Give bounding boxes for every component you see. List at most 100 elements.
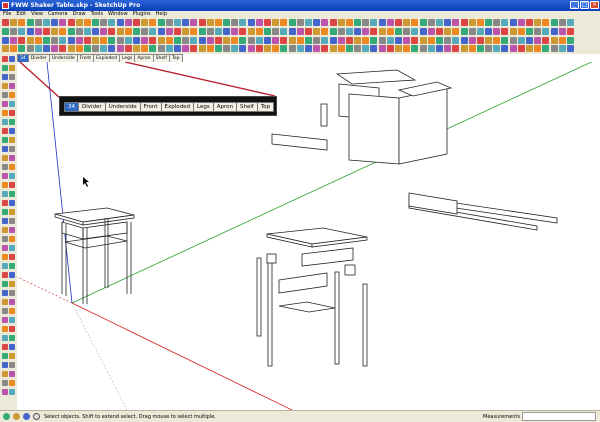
toolbar-tool-icon[interactable] bbox=[26, 45, 34, 52]
palette-tool-icon[interactable] bbox=[9, 362, 15, 368]
toolbar-tool-icon[interactable] bbox=[403, 45, 411, 52]
palette-tool-icon[interactable] bbox=[2, 173, 8, 179]
palette-tool-icon[interactable] bbox=[9, 173, 15, 179]
toolbar-tool-icon[interactable] bbox=[173, 28, 181, 35]
toolbar-tool-icon[interactable] bbox=[108, 45, 116, 52]
menu-window[interactable]: Window bbox=[108, 11, 128, 18]
tab-apron[interactable]: Apron bbox=[134, 54, 154, 62]
palette-tool-icon[interactable] bbox=[2, 110, 8, 116]
toolbar-tool-icon[interactable] bbox=[149, 19, 157, 26]
toolbar-tool-icon[interactable] bbox=[452, 37, 460, 44]
palette-tool-icon[interactable] bbox=[9, 83, 15, 89]
toolbar-tool-icon[interactable] bbox=[124, 45, 132, 52]
toolbar-tool-icon[interactable] bbox=[435, 28, 443, 35]
menu-help[interactable]: Help bbox=[156, 11, 167, 18]
toolbar-tool-icon[interactable] bbox=[444, 19, 452, 26]
toolbar-tool-icon[interactable] bbox=[75, 45, 83, 52]
toolbar-tool-icon[interactable] bbox=[264, 45, 271, 52]
toolbar-tool-icon[interactable] bbox=[517, 45, 525, 52]
toolbar-tool-icon[interactable] bbox=[18, 45, 26, 52]
toolbar-tool-icon[interactable] bbox=[444, 37, 452, 44]
palette-tool-icon[interactable] bbox=[9, 281, 15, 287]
toolbar-tool-icon[interactable] bbox=[34, 28, 42, 35]
palette-tool-icon[interactable] bbox=[9, 317, 15, 323]
toolbar-tool-icon[interactable] bbox=[206, 19, 214, 26]
toolbar-tool-icon[interactable] bbox=[558, 28, 566, 35]
toolbar-tool-icon[interactable] bbox=[272, 37, 280, 44]
toolbar-tool-icon[interactable] bbox=[124, 28, 132, 35]
toolbar-tool-icon[interactable] bbox=[419, 37, 427, 44]
toolbar-tool-icon[interactable] bbox=[509, 19, 517, 26]
menu-edit[interactable]: Edit bbox=[16, 11, 26, 18]
toolbar-tool-icon[interactable] bbox=[288, 19, 296, 26]
toolbar-tool-icon[interactable] bbox=[255, 37, 263, 44]
palette-tool-icon[interactable] bbox=[9, 380, 15, 386]
toolbar-tool-icon[interactable] bbox=[247, 45, 255, 52]
toolbar-tool-icon[interactable] bbox=[83, 19, 91, 26]
toolbar-tool-icon[interactable] bbox=[403, 19, 411, 26]
palette-tool-icon[interactable] bbox=[9, 164, 15, 170]
toolbar-tool-icon[interactable] bbox=[116, 45, 124, 52]
toolbar-tool-icon[interactable] bbox=[255, 45, 263, 52]
palette-tool-icon[interactable] bbox=[2, 227, 8, 233]
palette-tool-icon[interactable] bbox=[2, 200, 8, 206]
toolbar-tool-icon[interactable] bbox=[345, 19, 353, 26]
toolbar-tool-icon[interactable] bbox=[476, 37, 484, 44]
toolbar-tool-icon[interactable] bbox=[378, 45, 386, 52]
toolbar-tool-icon[interactable] bbox=[239, 37, 247, 44]
toolbar-tool-icon[interactable] bbox=[542, 45, 550, 52]
toolbar-tool-icon[interactable] bbox=[133, 45, 140, 52]
toolbar-tool-icon[interactable] bbox=[526, 28, 533, 35]
toolbar-tool-icon[interactable] bbox=[83, 45, 91, 52]
toolbar-tool-icon[interactable] bbox=[59, 37, 67, 44]
toolbar-tool-icon[interactable] bbox=[42, 45, 50, 52]
palette-tool-icon[interactable] bbox=[2, 308, 8, 314]
toolbar-tool-icon[interactable] bbox=[460, 28, 468, 35]
toolbar-tool-icon[interactable] bbox=[542, 37, 550, 44]
measurements-input[interactable] bbox=[522, 412, 596, 421]
toolbar-tool-icon[interactable] bbox=[566, 37, 574, 44]
toolbar-tool-icon[interactable] bbox=[67, 37, 75, 44]
toolbar-tool-icon[interactable] bbox=[34, 45, 42, 52]
toolbar-tool-icon[interactable] bbox=[419, 19, 427, 26]
toolbar-tool-icon[interactable] bbox=[190, 45, 198, 52]
toolbar-tool-icon[interactable] bbox=[362, 37, 370, 44]
palette-tool-icon[interactable] bbox=[9, 290, 15, 296]
toolbar-tool-icon[interactable] bbox=[509, 45, 517, 52]
toolbar-tool-icon[interactable] bbox=[509, 37, 517, 44]
palette-tool-icon[interactable] bbox=[2, 326, 8, 332]
toolbar-tool-icon[interactable] bbox=[100, 45, 108, 52]
palette-tool-icon[interactable] bbox=[9, 227, 15, 233]
toolbar-tool-icon[interactable] bbox=[2, 45, 9, 52]
toolbar-tool-icon[interactable] bbox=[501, 19, 509, 26]
toolbar-tool-icon[interactable] bbox=[173, 37, 181, 44]
toolbar-tool-icon[interactable] bbox=[329, 45, 337, 52]
toolbar-tool-icon[interactable] bbox=[264, 37, 271, 44]
toolbar-tool-icon[interactable] bbox=[444, 45, 452, 52]
toolbar-tool-icon[interactable] bbox=[51, 37, 59, 44]
toolbar-tool-icon[interactable] bbox=[386, 45, 394, 52]
palette-tool-icon[interactable] bbox=[9, 371, 15, 377]
palette-tool-icon[interactable] bbox=[2, 389, 8, 395]
toolbar-tool-icon[interactable] bbox=[182, 28, 190, 35]
palette-tool-icon[interactable] bbox=[2, 218, 8, 224]
toolbar-tool-icon[interactable] bbox=[452, 28, 460, 35]
menu-plugins[interactable]: Plugins bbox=[133, 11, 151, 18]
palette-tool-icon[interactable] bbox=[2, 362, 8, 368]
toolbar-tool-icon[interactable] bbox=[517, 37, 525, 44]
palette-tool-icon[interactable] bbox=[2, 344, 8, 350]
palette-tool-icon[interactable] bbox=[9, 182, 15, 188]
toolbar-tool-icon[interactable] bbox=[18, 19, 26, 26]
tab-front[interactable]: Front bbox=[76, 54, 95, 62]
toolbar-tool-icon[interactable] bbox=[427, 45, 435, 52]
toolbar-tool-icon[interactable] bbox=[386, 19, 394, 26]
toolbar-tool-icon[interactable] bbox=[362, 45, 370, 52]
toolbar-tool-icon[interactable] bbox=[435, 19, 443, 26]
toolbar-tool-icon[interactable] bbox=[468, 45, 476, 52]
palette-tool-icon[interactable] bbox=[9, 200, 15, 206]
toolbar-tool-icon[interactable] bbox=[485, 19, 493, 26]
toolbar-tool-icon[interactable] bbox=[182, 19, 190, 26]
toolbar-tool-icon[interactable] bbox=[223, 45, 231, 52]
toolbar-tool-icon[interactable] bbox=[378, 28, 386, 35]
palette-tool-icon[interactable] bbox=[9, 74, 15, 80]
